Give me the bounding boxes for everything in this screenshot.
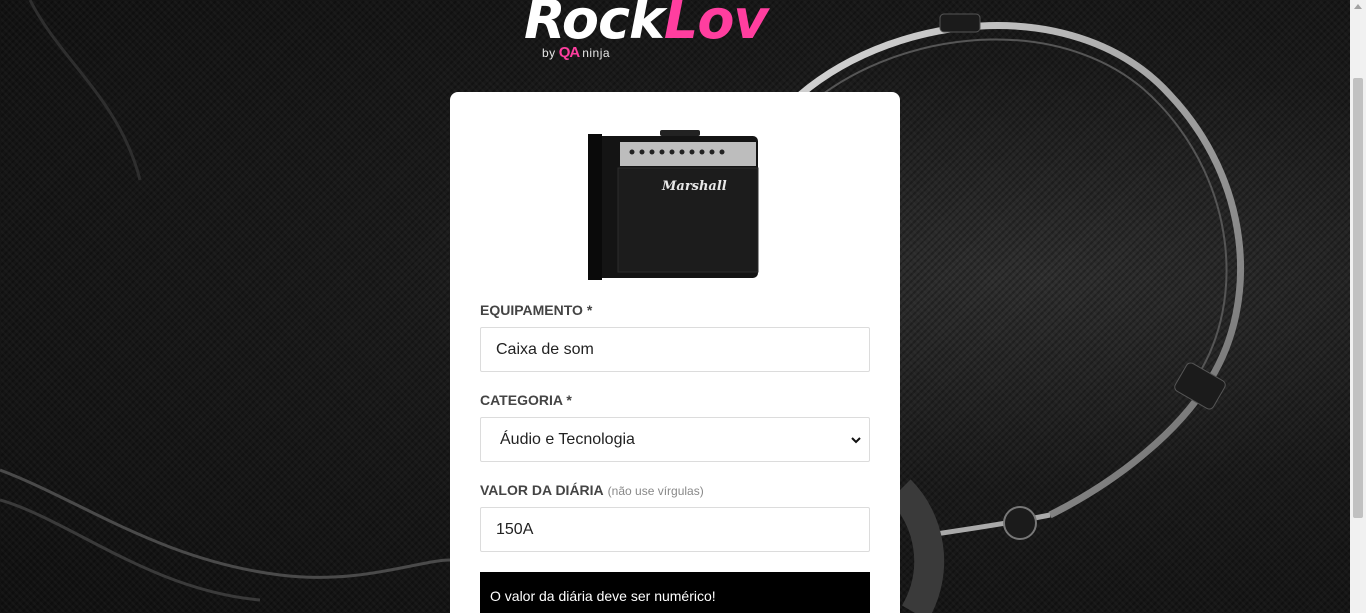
daily-price-hint: (não use vírgulas) [607, 484, 704, 498]
vertical-scrollbar[interactable] [1350, 0, 1366, 613]
category-selected-value: Áudio e Tecnologia [500, 430, 635, 448]
amplifier-thumbnail[interactable]: Marshall [588, 130, 762, 284]
category-select[interactable]: Áudio e Tecnologia [480, 417, 870, 462]
logo-ninja-text: ninja [582, 45, 611, 60]
daily-price-input-value: 150A [496, 520, 534, 538]
daily-price-label: VALOR DA DIÁRIA (não use vírgulas) [480, 482, 704, 498]
scroll-up-icon[interactable] [1354, 4, 1362, 9]
equipment-label: EQUIPAMENTO * [480, 302, 593, 318]
daily-price-input[interactable]: 150A [480, 507, 870, 552]
scrollbar-thumb[interactable] [1353, 78, 1363, 518]
qa-ninja-logo-icon: QA [558, 44, 580, 61]
category-label: CATEGORIA * [480, 392, 572, 408]
logo-brand-lov: Lov [663, 0, 769, 51]
rocklov-logo: RockLov by QA ninja [520, 0, 840, 68]
page: RockLov by QA ninja Marshall EQUIPAMENTO… [0, 0, 1366, 613]
daily-price-label-text: VALOR DA DIÁRIA [480, 482, 604, 498]
chevron-down-icon [851, 437, 861, 444]
equipment-form-card: Marshall EQUIPAMENTO * Caixa de som CATE… [450, 92, 900, 613]
logo-by-text: by [542, 45, 556, 60]
amplifier-brand-text: Marshall [661, 179, 727, 194]
equipment-input[interactable]: Caixa de som [480, 327, 870, 372]
error-alert: O valor da diária deve ser numérico! [480, 572, 870, 613]
equipment-input-value: Caixa de som [496, 340, 594, 358]
logo-byline: by QA ninja [542, 44, 610, 61]
